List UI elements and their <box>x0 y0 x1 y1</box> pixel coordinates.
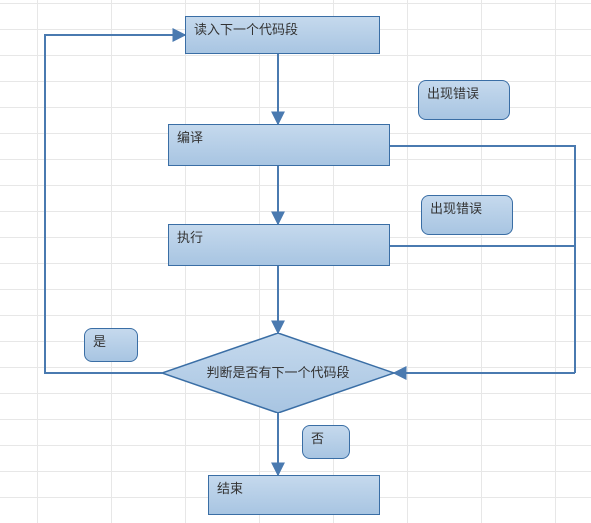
node-end-label: 结束 <box>217 480 243 498</box>
node-read-next: 读入下一个代码段 <box>185 16 380 54</box>
annotation-error-2-label: 出现错误 <box>430 200 482 218</box>
node-execute-label: 执行 <box>177 229 203 247</box>
annotation-no-label: 否 <box>311 430 324 448</box>
annotation-yes: 是 <box>84 328 138 362</box>
node-compile: 编译 <box>168 124 390 166</box>
node-decision: 判断是否有下一个代码段 <box>162 333 394 413</box>
node-decision-label: 判断是否有下一个代码段 <box>197 364 359 382</box>
annotation-yes-label: 是 <box>93 333 106 351</box>
node-compile-label: 编译 <box>177 129 203 147</box>
annotation-no: 否 <box>302 425 350 459</box>
annotation-error-1-label: 出现错误 <box>427 85 479 103</box>
node-read-next-label: 读入下一个代码段 <box>194 21 298 39</box>
node-execute: 执行 <box>168 224 390 266</box>
annotation-error-1: 出现错误 <box>418 80 510 120</box>
node-end: 结束 <box>208 475 380 515</box>
annotation-error-2: 出现错误 <box>421 195 513 235</box>
